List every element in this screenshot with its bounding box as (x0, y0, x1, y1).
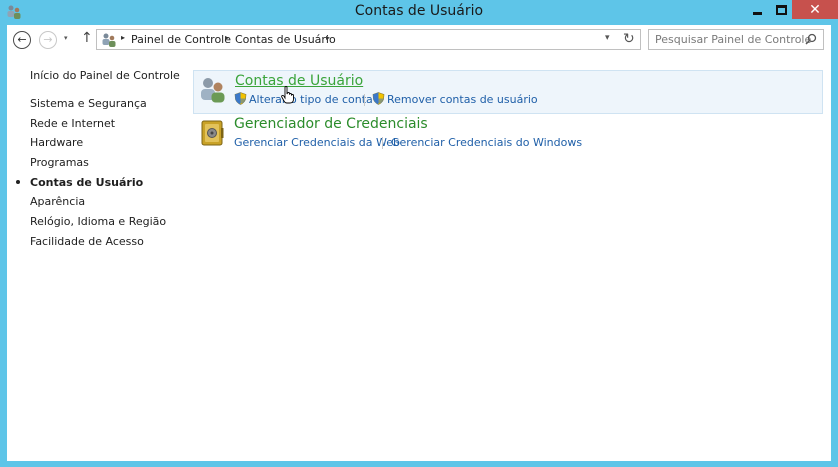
credential-vault-icon[interactable] (197, 118, 227, 148)
search-input[interactable]: Pesquisar Painel de Controle (648, 29, 824, 50)
sidebar-item-clock-language-region[interactable]: Relógio, Idioma e Região (30, 215, 166, 228)
link-manage-windows-credentials[interactable]: Gerenciar Credenciais do Windows (391, 136, 582, 149)
shield-icon (372, 92, 385, 105)
link-separator (382, 137, 383, 149)
window-title: Contas de Usuário (354, 3, 484, 19)
hand-cursor-icon (281, 86, 294, 104)
recent-locations-dropdown[interactable]: ▾ (64, 34, 68, 42)
category-title-credential-manager[interactable]: Gerenciador de Credenciais (234, 116, 428, 132)
breadcrumb-separator-icon[interactable]: ▸ (121, 33, 125, 42)
current-item-bullet (16, 180, 20, 184)
link-manage-web-credentials[interactable]: Gerenciar Credenciais da Web (234, 136, 400, 149)
title-bar[interactable]: Contas de Usuário ✕ (0, 0, 838, 24)
sidebar-item-control-panel-home[interactable]: Início do Painel de Controle (30, 69, 180, 82)
breadcrumb-user-accounts[interactable]: Contas de Usuário (235, 33, 336, 46)
breadcrumb-separator-icon[interactable]: ▸ (326, 33, 330, 42)
forward-arrow-icon: → (43, 33, 53, 46)
close-button[interactable]: ✕ (792, 0, 838, 19)
maximize-icon (775, 4, 787, 15)
refresh-icon[interactable]: ↻ (623, 31, 635, 47)
sidebar-item-hardware[interactable]: Hardware (30, 136, 83, 149)
window-client-area: ← → ▾ ↑ ▸ Painel de Controle ▸ Contas de… (7, 25, 831, 461)
link-separator (364, 94, 365, 106)
link-change-account-type[interactable]: Alterar o tipo de conta (249, 93, 373, 106)
breadcrumb-control-panel[interactable]: Painel de Controle (131, 33, 231, 46)
address-bar[interactable]: ▸ Painel de Controle ▸ Contas de Usuário… (96, 29, 641, 50)
address-dropdown-icon[interactable]: ▾ (605, 33, 610, 43)
link-remove-user-accounts[interactable]: Remover contas de usuário (387, 93, 538, 106)
up-button[interactable]: ↑ (81, 30, 93, 46)
sidebar-item-ease-of-access[interactable]: Facilidade de Acesso (30, 235, 144, 248)
category-title-user-accounts[interactable]: Contas de Usuário (235, 73, 363, 89)
minimize-button[interactable] (745, 0, 770, 19)
control-panel-users-icon (102, 33, 116, 47)
sidebar-item-system-security[interactable]: Sistema e Segurança (30, 97, 147, 110)
breadcrumb-separator-icon[interactable]: ▸ (225, 33, 229, 42)
sidebar-item-network-internet[interactable]: Rede e Internet (30, 117, 115, 130)
users-icon[interactable] (198, 75, 228, 105)
shield-icon (234, 92, 247, 105)
sidebar-item-user-accounts[interactable]: Contas de Usuário (30, 176, 143, 189)
minimize-icon (753, 12, 762, 15)
sidebar-item-programs[interactable]: Programas (30, 156, 89, 169)
sidebar-item-appearance[interactable]: Aparência (30, 195, 85, 208)
forward-button[interactable]: → (39, 31, 57, 49)
category-credential-manager[interactable]: Gerenciador de Credenciais Gerenciar Cre… (193, 114, 823, 158)
search-placeholder: Pesquisar Painel de Controle (655, 33, 812, 46)
close-icon: ✕ (809, 1, 821, 18)
back-button[interactable]: ← (13, 31, 31, 49)
maximize-button[interactable] (770, 0, 792, 19)
back-arrow-icon: ← (17, 33, 27, 46)
search-icon[interactable] (805, 33, 817, 45)
